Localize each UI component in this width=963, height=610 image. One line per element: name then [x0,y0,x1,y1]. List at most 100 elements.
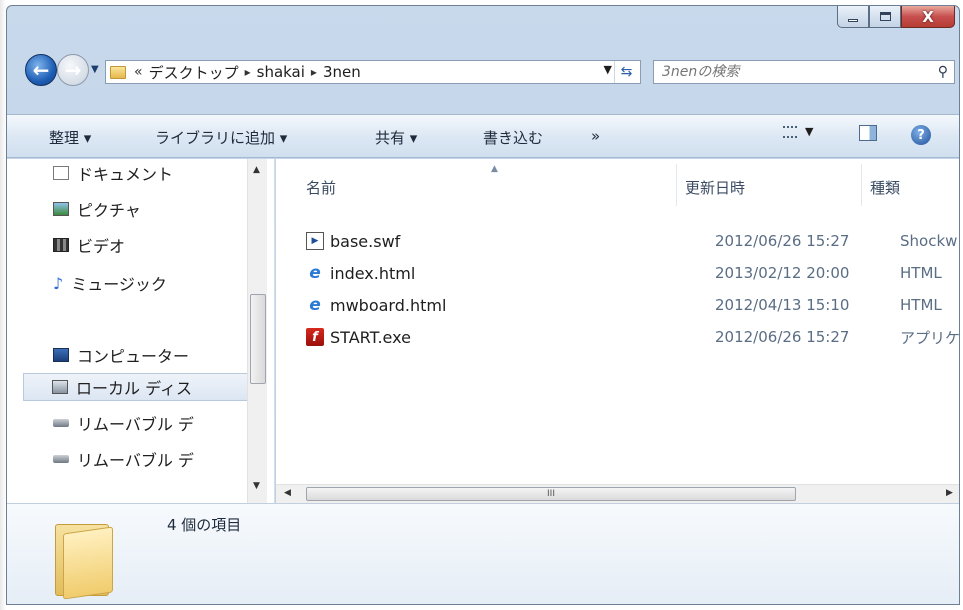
video-icon [53,238,69,252]
file-name-cell: ▶ base.swf [306,232,400,251]
pictures-icon [53,202,69,216]
swf-file-icon: ▶ [306,232,324,250]
ie-html-icon: e [309,295,321,315]
file-row[interactable]: e mwboard.html 2012/04/13 15:10 HTML [306,291,959,319]
file-row[interactable]: e index.html 2013/02/12 20:00 HTML [306,259,959,287]
file-type: Shockw [900,232,958,250]
computer-icon [53,348,69,362]
column-header-name[interactable]: 名前 [306,177,336,198]
scroll-up-icon[interactable]: ▲ [253,165,260,175]
file-modified: 2012/06/26 15:27 [715,328,850,346]
column-header-modified[interactable]: 更新日時 [685,177,745,198]
search-box: ⚲ [653,60,955,84]
nav-item-documents[interactable]: ドキュメント [53,159,173,187]
nav-item-removable-drive-2[interactable]: リムーバブル デ [53,445,194,473]
forward-button[interactable]: → [57,54,89,86]
file-modified: 2012/04/13 15:10 [715,296,850,314]
refresh-icon: ⇆ [620,64,633,80]
explorer-window: X ← → ▼ « デスクトップ ▸ shakai ▸ 3nen ▼ ⇆ ⚲ 整… [6,5,960,605]
address-row: ← → ▼ « デスクトップ ▸ shakai ▸ 3nen ▼ ⇆ ⚲ [7,46,959,90]
file-row[interactable]: f START.exe 2012/06/26 15:27 アプリケ [306,323,959,351]
nav-item-label: リムーバブル デ [77,415,194,434]
refresh-button[interactable]: ⇆ [614,61,638,83]
search-input[interactable] [654,61,914,83]
file-type: HTML [900,264,942,282]
scroll-down-icon[interactable]: ▼ [253,481,260,491]
nav-item-removable-drive-1[interactable]: リムーバブル デ [53,409,194,437]
nav-vertical-scrollbar[interactable]: ▲ ▼ [247,159,267,503]
nav-item-computer[interactable]: コンピューター [53,341,189,369]
breadcrumb-3nen[interactable]: 3nen [323,63,361,81]
close-icon: X [922,7,934,26]
help-icon: ? [911,125,931,145]
burn-button[interactable]: 書き込む [483,127,543,148]
preview-pane-button[interactable] [859,125,877,141]
maximize-button[interactable] [869,6,901,28]
removable-drive-icon [53,455,69,463]
back-arrow-icon: ← [32,58,50,82]
column-header-type[interactable]: 種類 [870,177,900,198]
scroll-left-icon[interactable]: ◀ [284,488,291,498]
file-name-cell: e index.html [306,263,416,283]
file-modified: 2012/06/26 15:27 [715,232,850,250]
scroll-right-icon[interactable]: ▶ [946,488,953,498]
nav-item-videos[interactable]: ビデオ [53,231,125,259]
minimize-icon [848,19,858,22]
ie-html-icon: e [309,263,321,283]
column-divider[interactable] [676,164,677,206]
views-icon [783,125,797,138]
back-button[interactable]: ← [25,54,57,86]
nav-item-music[interactable]: ♪ ミュージック [53,269,167,297]
breadcrumb-separator-icon[interactable]: ▸ [245,65,251,79]
close-button[interactable]: X [901,6,955,28]
views-dropdown-icon: ▼ [805,125,814,138]
nav-item-label: ビデオ [77,237,126,256]
address-bar[interactable]: « デスクトップ ▸ shakai ▸ 3nen ▼ ⇆ [105,60,641,84]
search-icon[interactable]: ⚲ [938,64,948,80]
nav-item-local-disk[interactable]: ローカル ディス [23,373,253,401]
large-folder-icon [55,518,113,600]
history-dropdown-icon[interactable]: ▼ [91,64,99,75]
horizontal-scroll-thumb[interactable]: III [306,487,796,501]
file-name: START.exe [330,327,411,347]
nav-item-pictures[interactable]: ピクチャ [53,195,141,223]
breadcrumb-desktop[interactable]: デスクトップ [149,62,239,83]
nav-item-label: ピクチャ [77,201,141,220]
maximize-icon [879,12,891,21]
details-pane: 4 個の項目 [7,503,959,604]
command-bar: 整理 ▾ ライブラリに追加 ▾ 共有 ▾ 書き込む » ▼ ? [7,114,959,158]
sort-ascending-icon: ▲ [491,164,498,174]
more-commands-button[interactable]: » [591,127,600,145]
nav-item-label: コンピューター [77,347,190,366]
title-bar[interactable]: X [7,6,959,46]
navigation-pane: ドキュメント ピクチャ ビデオ ♪ ミュージック コンピューター ローカル ディ… [7,159,275,503]
nav-item-label: ドキュメント [77,165,174,184]
add-to-library-menu[interactable]: ライブラリに追加 ▾ [155,127,287,148]
file-name: index.html [330,263,416,283]
file-row[interactable]: ▶ base.swf 2012/06/26 15:27 Shockw [306,227,959,255]
horizontal-scrollbar[interactable]: ◀ III ▶ [276,484,959,503]
item-count: 4 個の項目 [167,516,242,534]
breadcrumb-shakai[interactable]: shakai [257,63,305,81]
minimize-button[interactable] [837,6,869,28]
help-button[interactable]: ? [911,125,931,145]
organize-menu[interactable]: 整理 ▾ [49,127,91,148]
file-name-cell: e mwboard.html [306,295,446,315]
document-icon [53,166,69,180]
nav-item-label: ミュージック [71,275,167,294]
column-divider[interactable] [861,164,862,206]
change-view-button[interactable]: ▼ [783,125,813,138]
share-menu[interactable]: 共有 ▾ [375,127,417,148]
caption-buttons: X [837,6,955,28]
file-type: HTML [900,296,942,314]
breadcrumb-overflow[interactable]: « [134,64,143,80]
local-disk-icon [52,380,68,394]
file-name: base.swf [330,231,401,251]
flash-exe-icon: f [306,328,324,346]
removable-drive-icon [53,419,69,427]
breadcrumb-separator-icon[interactable]: ▸ [311,65,317,79]
preview-pane-icon [859,125,877,141]
address-dropdown-icon[interactable]: ▼ [604,63,612,76]
nav-scroll-thumb[interactable] [250,294,266,384]
forward-arrow-icon: → [64,58,82,82]
